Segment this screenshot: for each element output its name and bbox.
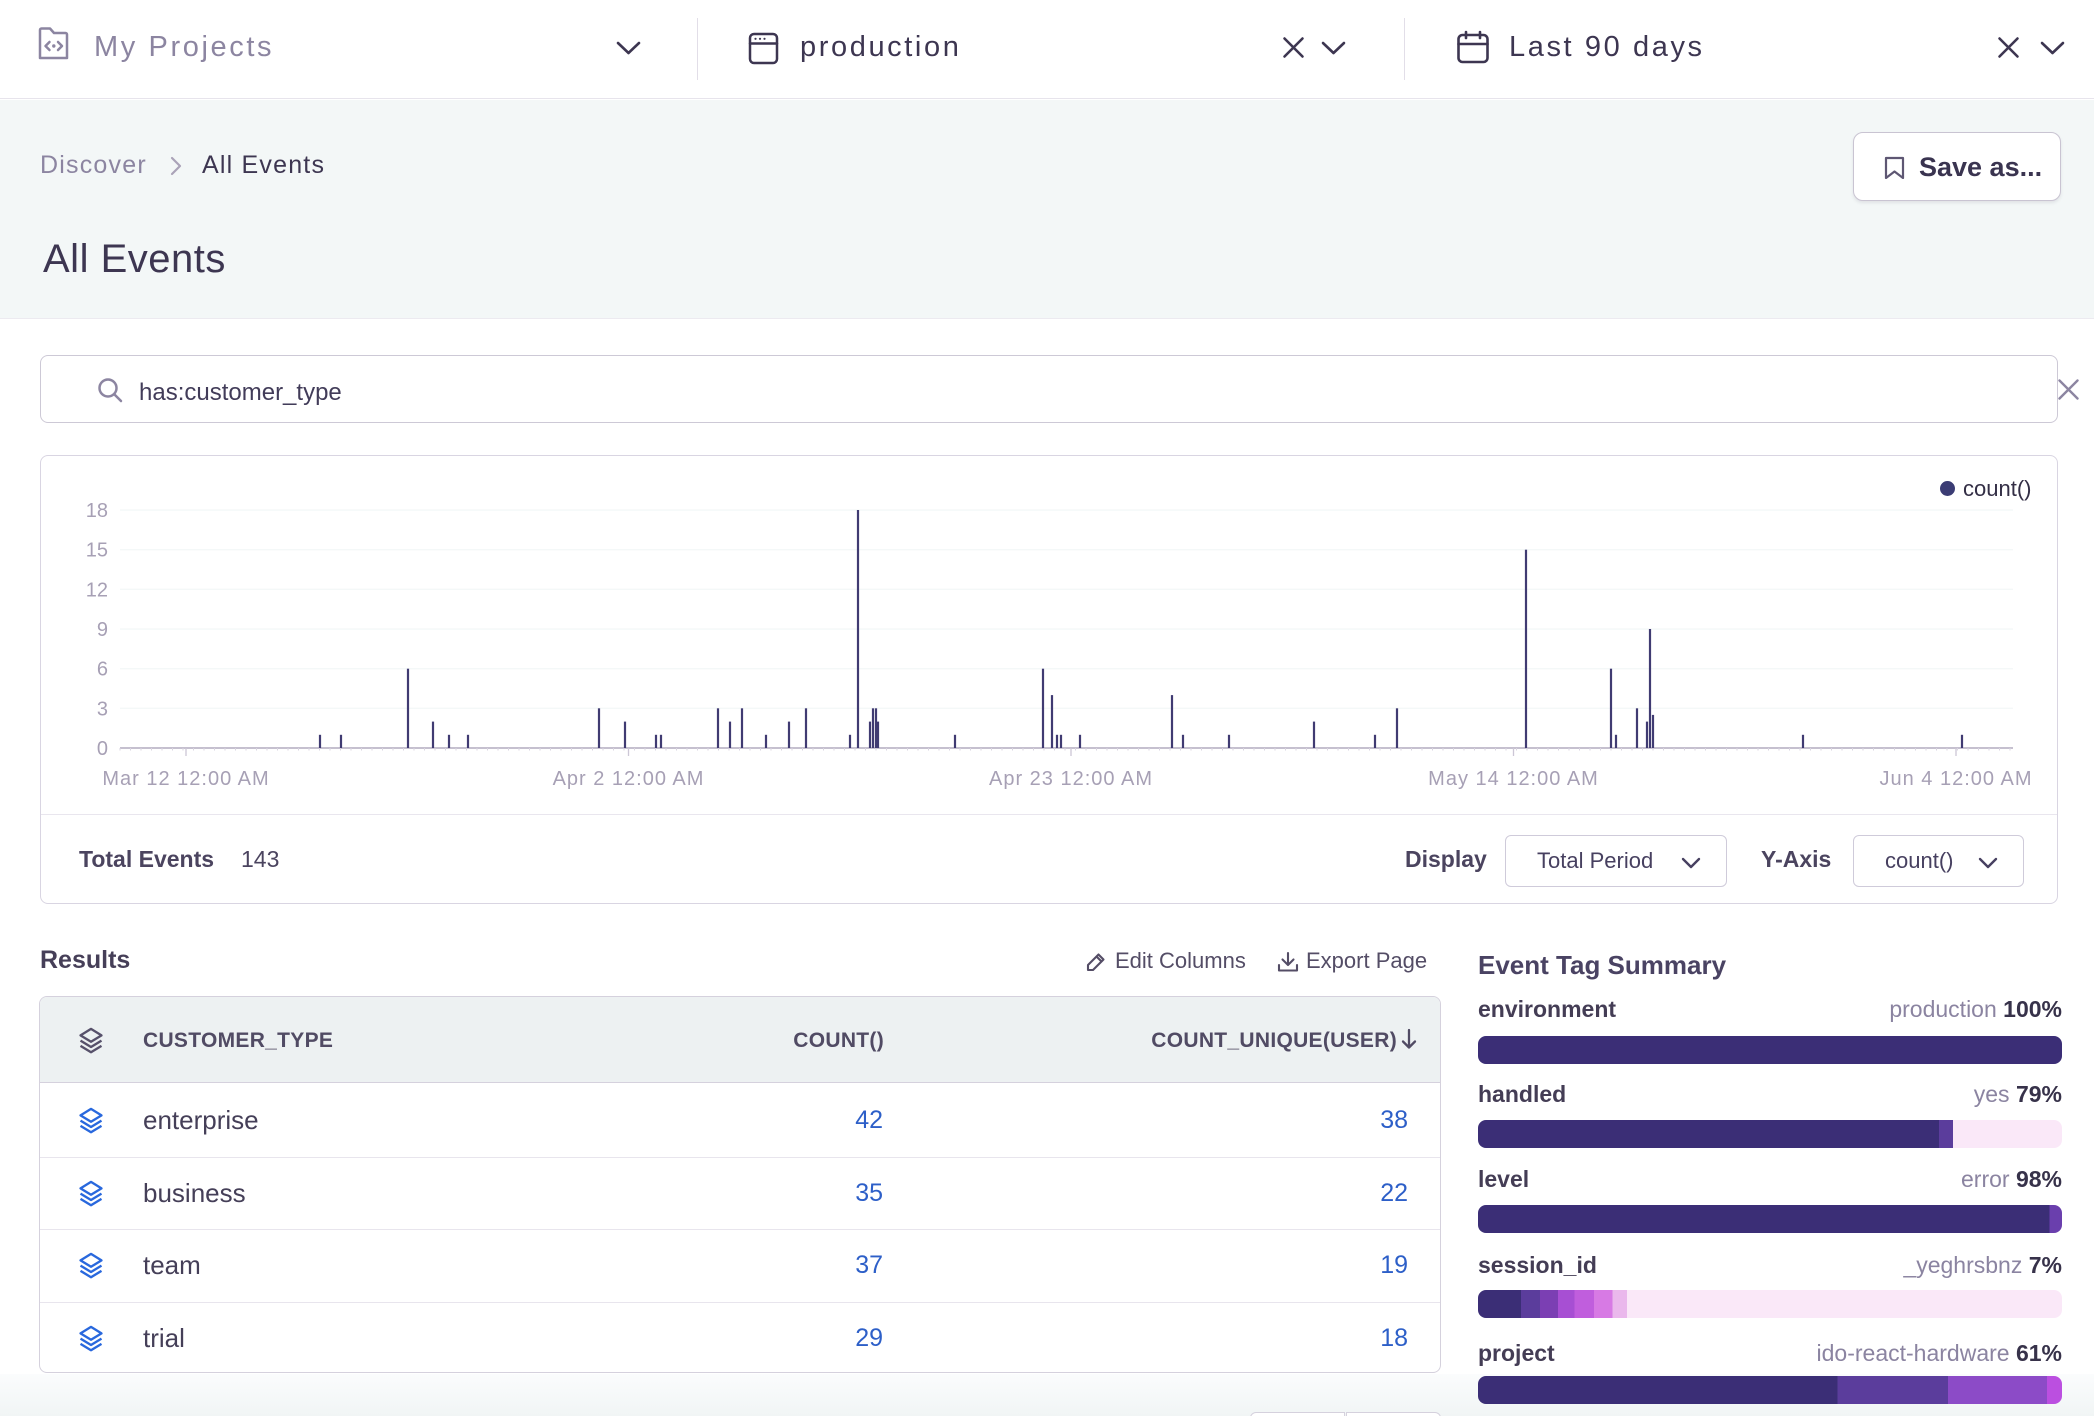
svg-text:Apr 2 12:00 AM: Apr 2 12:00 AM (553, 768, 705, 790)
svg-text:Jun 4 12:00 AM: Jun 4 12:00 AM (1880, 768, 2033, 790)
svg-text:Apr 23 12:00 AM: Apr 23 12:00 AM (989, 768, 1153, 790)
svg-text:Mar 12 12:00 AM: Mar 12 12:00 AM (102, 768, 269, 790)
svg-text:18: 18 (86, 500, 108, 522)
svg-text:3: 3 (97, 698, 108, 720)
svg-text:6: 6 (97, 659, 108, 681)
svg-text:9: 9 (97, 619, 108, 641)
svg-text:15: 15 (86, 540, 108, 562)
svg-text:0: 0 (97, 738, 108, 760)
svg-text:12: 12 (86, 579, 108, 601)
svg-text:May 14 12:00 AM: May 14 12:00 AM (1428, 768, 1599, 790)
